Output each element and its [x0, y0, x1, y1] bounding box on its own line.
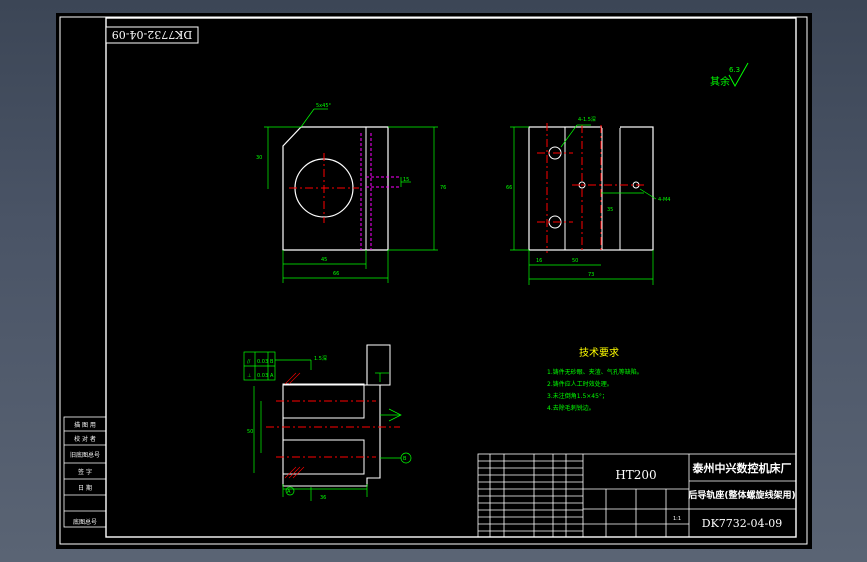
datum-a-ref: A: [270, 373, 274, 379]
scale-value: 1:1: [673, 516, 681, 522]
roughness-label: 其余: [710, 75, 730, 88]
flipped-code-box: DK7732-04-09: [105, 26, 199, 44]
section-view: // 0.03 B ⊥ 0.03 A 1.5深 50 36 A B: [243, 344, 412, 501]
roughness-note: 其余 6.3: [710, 62, 749, 88]
part-name: 后导轨座(整体螺旋线架用): [688, 489, 795, 501]
svg-text:66: 66: [506, 185, 512, 191]
cad-viewport[interactable]: DK7732-04-09 其余 6.3 描 图 用 校 对 者 旧底图总号 签 …: [56, 13, 812, 549]
svg-text:15: 15: [403, 177, 409, 183]
tolerance-2: 0.03: [257, 373, 268, 379]
datum-a: A: [287, 489, 291, 495]
svg-text:5x45°: 5x45°: [316, 103, 332, 109]
material-text: HT200: [615, 468, 656, 482]
tech-req-3: 3.未注倒角1.5×45°；: [547, 392, 608, 400]
datum-b: B: [403, 456, 407, 462]
svg-text:36: 36: [320, 495, 326, 501]
tech-requirements: 技术要求 1.铸件无砂眼、夹渣、气孔等缺陷。 2.铸件应人工时效处理。 3.未注…: [547, 346, 643, 412]
svg-text:1.5深: 1.5深: [314, 355, 327, 362]
svg-text:50: 50: [247, 429, 253, 435]
side-view: 66 16 50 73 35 4-1.5深 4-M4: [506, 116, 670, 285]
svg-text:73: 73: [588, 272, 594, 278]
datum-b-ref: B: [270, 359, 274, 365]
front-view: 5x45° 30 76 45 66 15: [256, 103, 446, 283]
side-table-labels: 描 图 用 校 对 者 旧底图总号 签 字 日 期 底图总号: [70, 421, 100, 526]
svg-text:30: 30: [256, 155, 262, 161]
svg-text:4-M4: 4-M4: [658, 197, 670, 203]
side-label-1: 描 图 用: [74, 421, 96, 429]
inner-border: [105, 17, 797, 538]
tech-req-1: 1.铸件无砂眼、夹渣、气孔等缺陷。: [547, 368, 643, 376]
roughness-value: 6.3: [729, 66, 740, 74]
svg-text:16: 16: [536, 258, 542, 264]
drawing-sheet: DK7732-04-09 其余 6.3 描 图 用 校 对 者 旧底图总号 签 …: [59, 16, 808, 545]
side-label-4: 签 字: [78, 468, 92, 476]
svg-text:45: 45: [321, 257, 327, 263]
tech-req-4: 4.去除毛刺锐边。: [547, 404, 595, 412]
svg-text:76: 76: [440, 185, 446, 191]
svg-text:35: 35: [607, 207, 613, 213]
company-name: 泰州中兴数控机床厂: [692, 461, 792, 475]
side-label-6: 底图总号: [73, 518, 97, 526]
svg-text:66: 66: [333, 271, 339, 277]
svg-text:50: 50: [572, 258, 578, 264]
svg-text://: //: [247, 359, 251, 365]
side-label-2: 校 对 者: [74, 435, 96, 443]
flipped-drawing-code: DK7732-04-09: [112, 28, 192, 41]
svg-text:4-1.5深: 4-1.5深: [578, 116, 596, 123]
tech-req-2: 2.铸件应人工时效处理。: [547, 380, 613, 388]
svg-text:⊥: ⊥: [247, 373, 251, 379]
tolerance-1: 0.03: [257, 359, 268, 365]
drawing-number: DK7732-04-09: [702, 517, 782, 530]
side-label-3: 旧底图总号: [70, 451, 100, 459]
tech-req-title: 技术要求: [579, 346, 619, 359]
side-label-5: 日 期: [78, 484, 92, 492]
